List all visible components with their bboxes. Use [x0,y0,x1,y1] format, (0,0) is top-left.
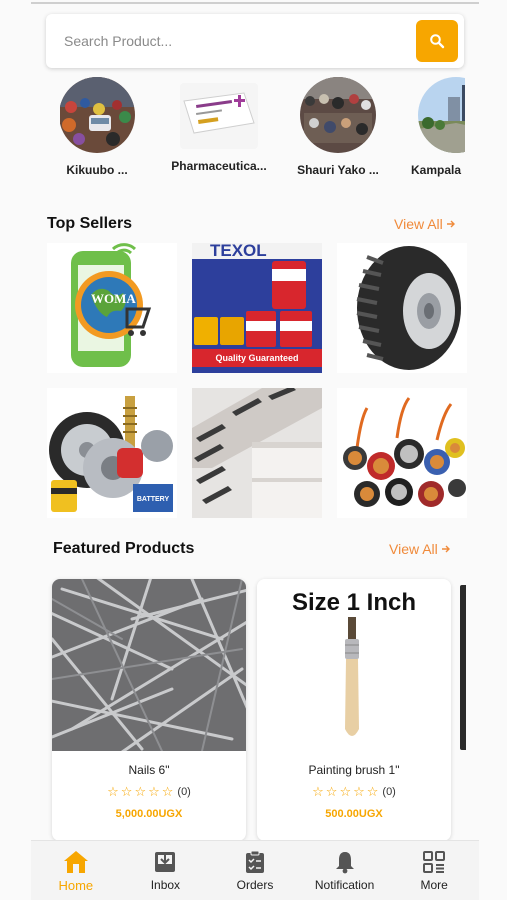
category-label: Pharmaceutica... [171,159,267,173]
star-icon: ☆ [134,784,147,799]
star-icon: ☆ [107,784,119,799]
home-icon [63,851,88,873]
arrow-right-icon [446,220,455,228]
category-image-shauri-yako [300,77,376,153]
rating-stars: ☆ ☆ ☆ ☆ ☆ (0) [257,784,451,800]
more-grid-icon [423,851,446,873]
category-carousel[interactable]: Kikuubo ... Pharmaceutica... Shauri Yako… [60,77,465,187]
star-icon: ☆ [161,784,174,799]
bell-icon [335,852,354,874]
nav-orders[interactable]: Orders [210,841,300,900]
category-image-kampala [418,77,465,153]
texol-brand-text: TEXOL [210,243,267,260]
star-icon: ☆ [148,784,160,799]
product-card[interactable]: Size 1 Inch Painting brush 1" ☆ ☆ ☆ ☆ ☆ … [257,579,451,841]
seller-tile-tyre[interactable] [337,243,467,373]
product-price: 500.00UGX [325,808,383,820]
view-all-label: View All [389,541,438,557]
search-bar [46,14,464,68]
star-icon: ☆ [366,784,379,799]
arrow-right-icon [441,545,450,553]
texol-banner-text: Quality Guaranteed [215,353,298,363]
category-label: Kikuubo ... [66,163,128,177]
top-sellers-view-all-link[interactable]: View All [394,216,456,232]
search-input[interactable] [64,31,404,51]
product-card-peek[interactable] [460,585,466,750]
search-icon [430,34,445,49]
nav-label: Inbox [150,878,181,892]
product-image-brush: Size 1 Inch [257,579,451,751]
nav-label: Notification [314,878,375,892]
category-item[interactable]: Kikuubo ... [60,77,152,177]
woma-logo-text: WOMA [91,291,136,306]
star-icon: ☆ [339,784,352,799]
seller-tile-woma[interactable]: WOMA [47,243,177,373]
product-price: 5,000.00UGX [115,808,183,820]
category-item[interactable]: Shauri Yako ... [283,77,393,177]
rating-count: (0) [382,786,396,798]
rating-stars: ☆ ☆ ☆ ☆ ☆ (0) [52,784,246,800]
seller-tile-shelves[interactable] [192,388,322,518]
star-icon: ☆ [353,784,365,799]
nav-inbox[interactable]: Inbox [121,841,211,900]
nav-notification[interactable]: Notification [300,841,390,900]
nav-label: Orders [236,878,274,892]
seller-tile-texol[interactable]: TEXOL Quality Guaranteed [192,243,322,373]
featured-view-all-link[interactable]: View All [389,541,451,557]
product-card[interactable]: Nails 6" ☆ ☆ ☆ ☆ ☆ (0) 5,000.00UGX [52,579,246,841]
star-icon: ☆ [312,784,324,799]
bottom-navigation: Home Inbox Orders Notification More [31,840,479,900]
featured-products-title: Featured Products [53,540,195,557]
category-image-kikuubo [60,77,135,153]
search-button[interactable] [416,20,458,62]
star-icon: ☆ [325,784,338,799]
product-name: Nails 6" [128,763,170,777]
product-image-nails [52,579,246,751]
nav-label: Home [58,878,94,893]
top-sellers-title: Top Sellers [47,215,133,232]
seller-tile-auto-parts[interactable]: BATTERY [47,388,177,518]
star-icon: ☆ [120,784,133,799]
view-all-label: View All [394,216,443,232]
seller-tile-cables[interactable] [337,388,467,518]
category-item[interactable]: Kampala [401,77,465,177]
battery-label-text: BATTERY [137,496,170,503]
category-item[interactable]: Pharmaceutica... [164,77,274,173]
nav-label: More [420,878,448,892]
nav-home[interactable]: Home [31,841,121,900]
inbox-icon [155,852,176,872]
rating-count: (0) [177,786,191,798]
nav-more[interactable]: More [389,841,479,900]
category-image-pharmaceutical [180,83,258,149]
category-label: Shauri Yako ... [297,163,379,177]
orders-icon [245,850,264,873]
top-divider [31,2,479,4]
product-name: Painting brush 1" [308,763,400,777]
category-label: Kampala [411,163,462,177]
